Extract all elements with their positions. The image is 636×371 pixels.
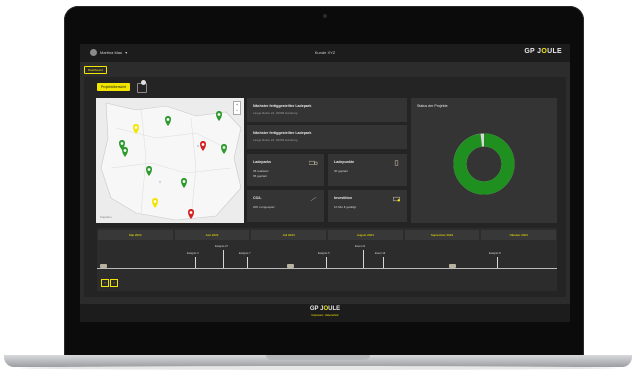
city-dot xyxy=(196,144,200,148)
timeline-event-marker xyxy=(247,257,248,268)
next-park-card-2[interactable]: Nächster fertiggestellter Ladepark Lange… xyxy=(247,125,407,149)
zoom-out-button[interactable]: − xyxy=(234,108,240,114)
timeline-event-marker xyxy=(223,250,224,268)
tab-projektuebersicht[interactable]: Projektübersicht xyxy=(97,83,131,91)
truck-icon xyxy=(309,160,318,165)
timeline: Mai 2024 Juni 2024 Juli 2024 August 2024 Sep… xyxy=(97,228,557,291)
charger-icon xyxy=(394,160,399,166)
map-label: Kapellen xyxy=(100,215,112,219)
card-title: Nächster fertiggestellter Ladepark xyxy=(253,104,312,108)
ladeparks-realized: 35 realisiert xyxy=(253,169,269,173)
logo-part-a: GP J xyxy=(524,48,542,55)
timeline-axis xyxy=(97,268,557,269)
timeline-month: Juni 2024 xyxy=(174,230,250,240)
timeline-event-marker xyxy=(195,257,196,268)
timeline-event-marker xyxy=(383,257,384,268)
donut-chart xyxy=(453,133,515,195)
investment-value: 10 Mio € getätigt xyxy=(334,205,357,209)
card-title: CO2- xyxy=(253,196,262,200)
app-screen: Martina Mau ▾ Kunde XYZ GP JOULE Dashboa… xyxy=(80,44,570,322)
timeline-month: September 2024 xyxy=(404,230,480,240)
zoom-control: + − xyxy=(233,101,241,115)
timeline-month: Mai 2024 xyxy=(98,230,173,240)
ladepunkte-planned: 30 geplant xyxy=(334,169,349,173)
footer: GP JOULE Impressum · Datenschutz xyxy=(80,304,570,322)
footer-links[interactable]: Impressum · Datenschutz xyxy=(80,314,570,317)
timeline-month: Juli 2024 xyxy=(251,230,326,240)
page-title: Kunde XYZ xyxy=(314,50,336,55)
timeline-event-label[interactable]: Ereignis 7 xyxy=(239,252,251,255)
timeline-month: Oktober 2024 xyxy=(481,230,556,240)
timeline-event-label[interactable]: Event 13 xyxy=(375,252,385,255)
donut-done xyxy=(453,133,515,195)
truck-icon xyxy=(449,264,456,268)
timeline-event-label[interactable]: Ereignis 27 xyxy=(215,245,228,248)
laptop-shadow xyxy=(20,366,616,370)
camera xyxy=(323,14,327,18)
money-icon xyxy=(393,196,400,202)
notification-badge xyxy=(141,80,146,85)
truck-icon xyxy=(100,264,107,268)
map-canvas: Kapellen xyxy=(100,102,242,221)
timeline-event-marker xyxy=(363,250,364,268)
ladeparks-planned: 65 geplant xyxy=(253,174,268,178)
logo-part-c: ULE xyxy=(328,306,341,312)
main-panel: Projektübersicht Kapellen + − Nächster f… xyxy=(84,77,566,297)
ladepunkte-card: Ladepunkte 30 geplant xyxy=(328,154,407,186)
dashboard-button[interactable]: Dashboard xyxy=(84,66,107,74)
country-outline xyxy=(100,102,242,221)
timeline-event-label[interactable]: Ereignis 8 xyxy=(489,252,501,255)
top-bar: Martina Mau ▾ Kunde XYZ GP JOULE xyxy=(80,44,570,62)
co2-saved: 200 t eingespart xyxy=(253,205,275,209)
timeline-event-label[interactable]: Ereignis 5 xyxy=(318,252,330,255)
timeline-prev-button[interactable]: ‹ xyxy=(101,279,109,287)
card-title: Ladepunkte xyxy=(334,160,355,164)
status-title: Status der Projekte xyxy=(417,104,448,108)
city-dot xyxy=(158,180,162,184)
timeline-event-marker xyxy=(326,257,327,268)
card-title: Ladeparks xyxy=(253,160,271,164)
timeline-event-marker xyxy=(497,257,498,268)
next-park-card-1[interactable]: Nächster fertiggestellter Ladepark Lange… xyxy=(247,98,407,122)
truck-icon xyxy=(287,264,294,268)
card-address: Lange Reihe 24, 20099 Hamburg xyxy=(253,138,298,142)
leaf-icon xyxy=(310,196,317,202)
card-title: Investition xyxy=(334,196,352,200)
timeline-event-label[interactable]: Ereignis 3 xyxy=(187,252,199,255)
ladeparks-card: Ladeparks 35 realisiert 65 geplant xyxy=(247,154,324,186)
status-card: Status der Projekte xyxy=(411,98,557,223)
laptop-notch xyxy=(266,355,370,360)
timeline-month: August 2024 xyxy=(328,230,403,240)
timeline-event-label[interactable]: Event 21 xyxy=(355,245,365,248)
timeline-next-button[interactable]: › xyxy=(110,279,118,287)
card-title: Nächster fertiggestellter Ladepark xyxy=(253,131,312,135)
footer-logo: GP JOULE xyxy=(80,306,570,312)
logo-part-c: ULE xyxy=(547,48,562,55)
map[interactable]: Kapellen + − xyxy=(96,98,244,223)
card-address: Lange Reihe 24, 20099 Hamburg xyxy=(253,111,298,115)
co2-card: CO2- 200 t eingespart xyxy=(247,190,324,222)
brand-logo: GP JOULE xyxy=(524,48,562,55)
investment-card: Investition 10 Mio € getätigt xyxy=(328,190,407,222)
logo-part-a: GP J xyxy=(309,306,324,312)
